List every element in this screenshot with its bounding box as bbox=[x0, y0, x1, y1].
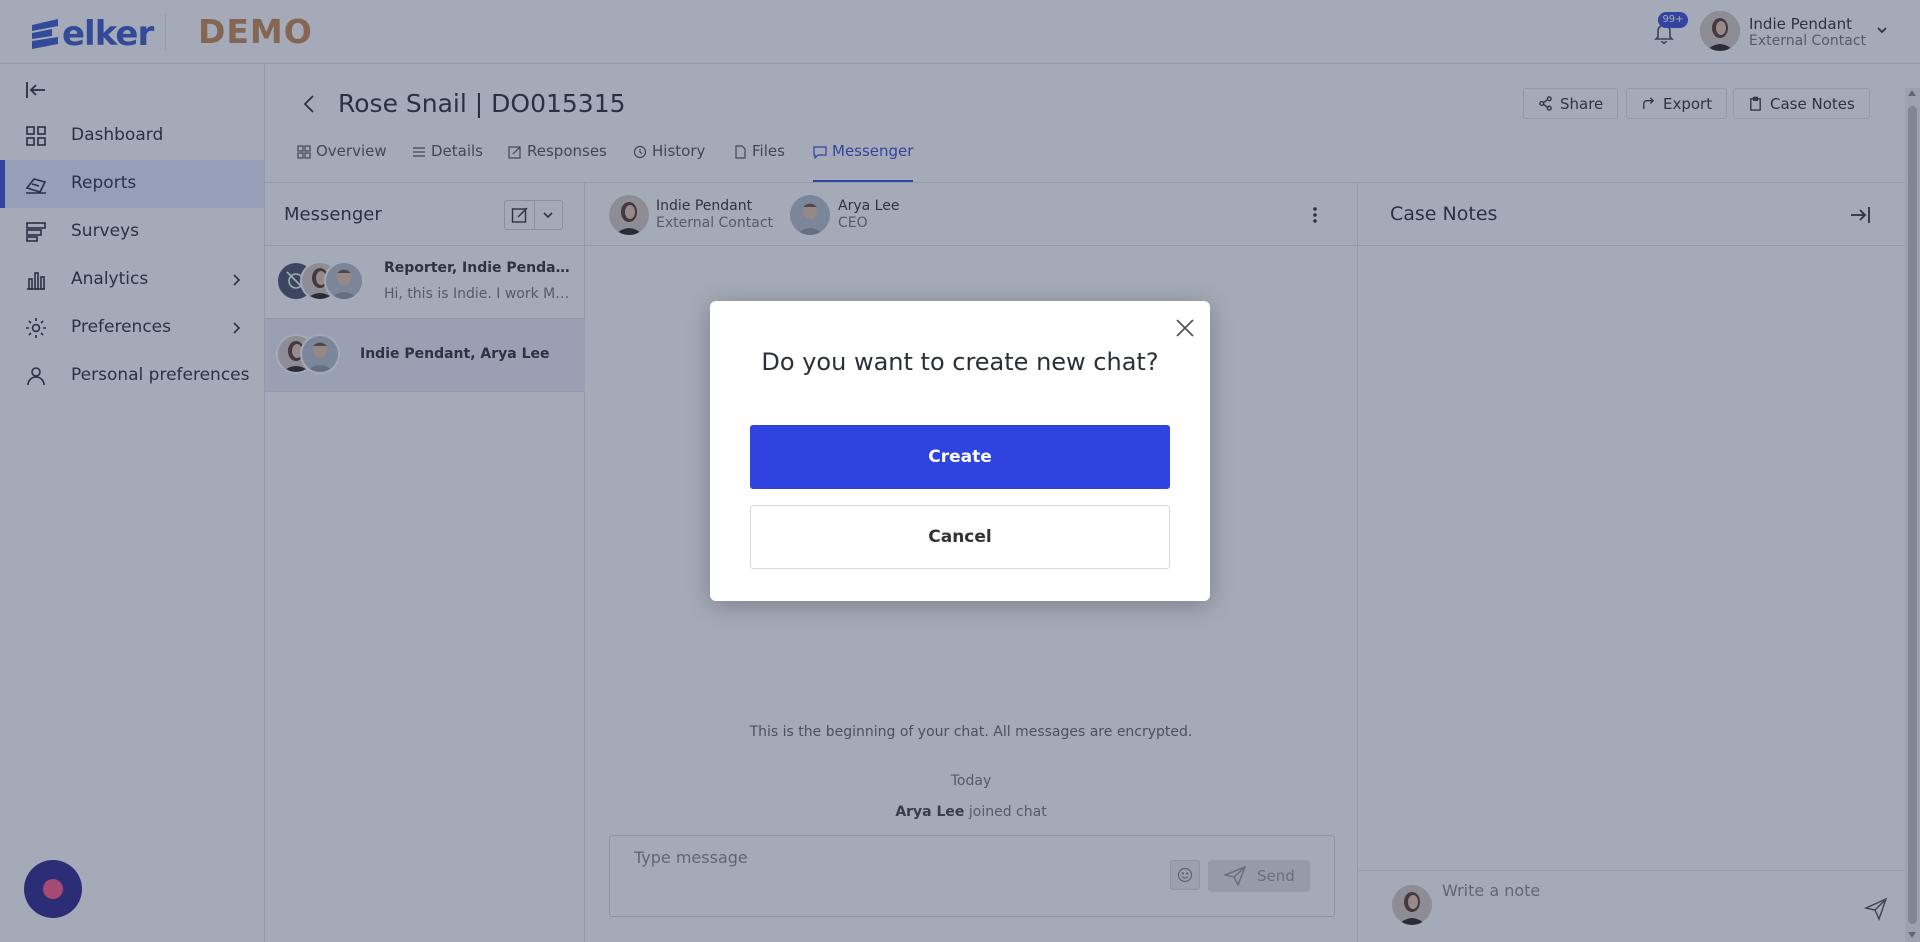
cancel-button[interactable]: Cancel bbox=[750, 505, 1170, 569]
create-button[interactable]: Create bbox=[750, 425, 1170, 489]
dialog-title: Do you want to create new chat? bbox=[761, 348, 1159, 376]
close-icon[interactable] bbox=[1174, 317, 1196, 339]
create-chat-dialog: Do you want to create new chat? Create C… bbox=[710, 301, 1210, 601]
